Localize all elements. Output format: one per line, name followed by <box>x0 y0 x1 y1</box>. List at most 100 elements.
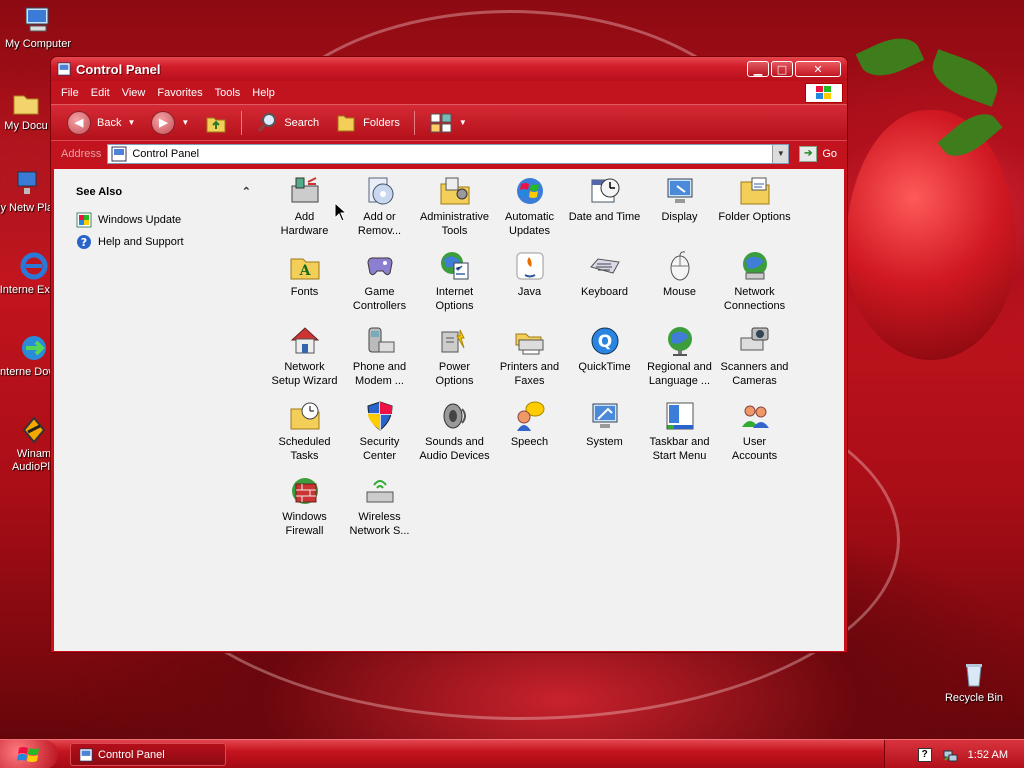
item-label-line2: Faxes <box>514 375 545 387</box>
item-label-line2: Network S... <box>349 525 410 537</box>
item-label-line2: Accounts <box>731 450 778 462</box>
folders-button[interactable]: Folders <box>329 112 406 134</box>
address-bar: Address Control Panel ▼ ➔ Go <box>51 140 847 166</box>
quicktime-icon: Q <box>591 327 618 355</box>
control-panel-item[interactable]: System <box>567 399 642 449</box>
menu-file[interactable]: File <box>55 87 85 99</box>
toolbar-separator <box>241 110 243 135</box>
views-button[interactable]: ▼ <box>423 112 473 134</box>
control-panel-item[interactable]: Speech <box>492 399 567 449</box>
windows-logo-icon <box>805 83 843 103</box>
see-also-header[interactable]: See Also ⌃ <box>76 185 251 199</box>
recycle-bin-icon <box>966 664 982 687</box>
task-pane: See Also ⌃ Windows Update ? Help and Sup… <box>54 169 259 651</box>
control-panel-item[interactable]: Taskbar and Start Menu <box>642 399 717 463</box>
control-panel-item[interactable]: Printers and Faxes <box>492 324 567 388</box>
minimize-button[interactable]: ▁ <box>747 61 769 77</box>
control-panel-item[interactable]: Folder Options <box>717 174 792 224</box>
desktop-icon-my-computer[interactable]: My Computer <box>0 4 78 50</box>
item-label-line2: Modem ... <box>355 375 404 387</box>
desktop-icon-label: Recycle Bin <box>944 692 1004 704</box>
control-panel-item[interactable]: Add or Remov... <box>342 174 417 238</box>
control-panel-item[interactable]: Add Hardware <box>267 174 342 238</box>
control-panel-item[interactable]: Automatic Updates <box>492 174 567 238</box>
winamp-icon <box>22 416 46 444</box>
control-panel-item[interactable]: Mouse <box>642 249 717 299</box>
control-panel-item[interactable]: Keyboard <box>567 249 642 299</box>
network-places-icon <box>17 171 37 194</box>
network-tray-icon[interactable] <box>942 747 958 763</box>
item-label-line1: Java <box>517 286 542 298</box>
item-label-line1: Mouse <box>662 286 697 298</box>
forward-dropdown-icon[interactable]: ▼ <box>181 118 189 127</box>
control-panel-item[interactable]: Security Center <box>342 399 417 463</box>
wireless-network-icon <box>366 480 393 503</box>
control-panel-item[interactable]: User Accounts <box>717 399 792 463</box>
collapse-chevron-icon[interactable]: ⌃ <box>242 185 251 198</box>
control-panel-item[interactable]: Q QuickTime <box>567 324 642 374</box>
menu-tools[interactable]: Tools <box>209 87 247 99</box>
item-label-line1: User <box>742 436 767 448</box>
control-panel-item[interactable]: Network Setup Wizard <box>267 324 342 388</box>
search-label: Search <box>284 116 320 129</box>
help-and-support-link[interactable]: ? Help and Support <box>76 234 251 250</box>
item-label-line2: Language ... <box>648 375 711 387</box>
menu-edit[interactable]: Edit <box>85 87 116 99</box>
control-panel-item[interactable]: Scheduled Tasks <box>267 399 342 463</box>
back-button[interactable]: ◀ Back ▼ <box>61 110 141 135</box>
windows-update-link[interactable]: Windows Update <box>76 212 251 228</box>
close-button[interactable]: ✕ <box>795 61 841 77</box>
desktop-icon-label: My Docu <box>4 120 48 132</box>
control-panel-item[interactable]: Display <box>642 174 717 224</box>
control-panel-item[interactable]: Regional and Language ... <box>642 324 717 388</box>
item-label-line1: Date and Time <box>568 211 641 223</box>
address-input[interactable]: Control Panel ▼ <box>107 143 790 164</box>
control-panel-item[interactable]: Scanners and Cameras <box>717 324 792 388</box>
start-button[interactable] <box>0 740 58 768</box>
item-label-line1: QuickTime <box>578 361 631 373</box>
control-panel-item[interactable]: Wireless Network S... <box>342 474 417 538</box>
item-label-line1: Display <box>661 211 698 223</box>
maximize-button[interactable]: □ <box>771 61 793 77</box>
desktop-icon-recycle-bin[interactable]: Recycle Bin <box>934 658 1014 704</box>
menu-help[interactable]: Help <box>246 87 281 99</box>
control-panel-item[interactable]: Date and Time <box>567 174 642 224</box>
forward-button[interactable]: ▶ ▼ <box>145 110 195 135</box>
views-dropdown-icon: ▼ <box>458 118 467 127</box>
clock[interactable]: 1:52 AM <box>968 749 1008 761</box>
java-icon <box>516 252 543 280</box>
control-panel-item[interactable]: Sounds and Audio Devices <box>417 399 492 463</box>
item-label-line2: Tasks <box>290 450 319 462</box>
wallpaper-leaf <box>855 28 925 86</box>
views-icon <box>430 113 452 132</box>
up-folder-button[interactable] <box>199 112 233 134</box>
go-button[interactable]: ➔ Go <box>793 145 843 162</box>
control-panel-item[interactable]: Internet Options <box>417 249 492 313</box>
menu-favorites[interactable]: Favorites <box>151 87 208 99</box>
help-tray-icon[interactable]: ? <box>917 747 932 762</box>
menu-view[interactable]: View <box>116 87 152 99</box>
windows-firewall-icon <box>291 478 318 504</box>
control-panel-item[interactable]: Administrative Tools <box>417 174 492 238</box>
address-value: Control Panel <box>132 147 200 160</box>
title-bar[interactable]: Control Panel ▁ □ ✕ <box>51 57 847 81</box>
control-panel-item[interactable]: Java <box>492 249 567 299</box>
control-panel-item[interactable]: Windows Firewall <box>267 474 342 538</box>
toolbar: ◀ Back ▼ ▶ ▼ Search Folders ▼ <box>51 104 847 140</box>
address-dropdown-icon[interactable]: ▼ <box>772 144 789 163</box>
control-panel-item[interactable]: Phone and Modem ... <box>342 324 417 388</box>
taskbar-button-label: Control Panel <box>98 748 165 761</box>
scanners-cameras-icon <box>740 327 768 351</box>
control-panel-item[interactable]: Game Controllers <box>342 249 417 313</box>
taskbar-button-control-panel[interactable]: Control Panel <box>70 743 226 766</box>
back-dropdown-icon[interactable]: ▼ <box>127 118 135 127</box>
search-button[interactable]: Search <box>250 112 325 134</box>
control-panel-item[interactable]: Power Options <box>417 324 492 388</box>
control-panel-item[interactable]: A Fonts <box>267 249 342 299</box>
item-label-line1: Windows <box>282 511 327 523</box>
item-label-line1: Internet <box>435 286 474 298</box>
control-panel-item[interactable]: Network Connections <box>717 249 792 313</box>
item-label-line1: Sounds and <box>425 436 484 448</box>
security-center-icon <box>366 401 393 431</box>
svg-text:?: ? <box>81 236 87 249</box>
